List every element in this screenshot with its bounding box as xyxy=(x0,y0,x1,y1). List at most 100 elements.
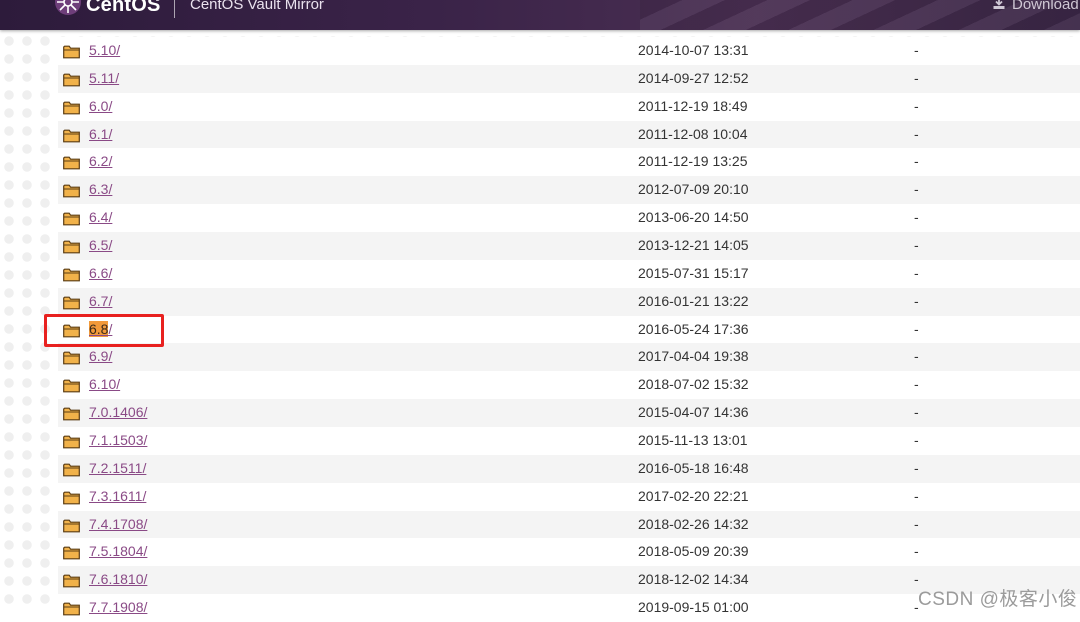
file-size: - xyxy=(914,487,919,504)
watermark: CSDN @极客小俊 xyxy=(918,589,1078,610)
table-row: 6.0/2011-12-19 18:49 - xyxy=(58,92,1080,121)
folder-icon xyxy=(63,129,80,142)
table-row: 6.7/2016-01-21 13:22 - xyxy=(58,287,1080,316)
file-size: - xyxy=(914,348,919,365)
brand-name[interactable]: CentOS xyxy=(86,0,161,17)
file-size: - xyxy=(914,264,919,281)
table-row: 7.1.1503/2015-11-13 13:01 - xyxy=(58,427,1080,455)
table-row: 7.3.1611/2017-02-20 22:21 - xyxy=(58,482,1080,511)
table-row: 7.5.1804/2018-05-09 20:39 - xyxy=(58,538,1080,567)
folder-icon xyxy=(63,73,80,87)
folder-link[interactable]: 6.2/ xyxy=(89,153,112,169)
folder-icon xyxy=(63,296,80,310)
modified-date: 2018-02-26 14:32 xyxy=(638,515,749,532)
folder-link[interactable]: 7.2.1511/ xyxy=(89,460,146,476)
folder-icon xyxy=(63,157,80,170)
folder-link[interactable]: 7.5.1804/ xyxy=(89,543,147,559)
modified-date: 2017-04-04 19:38 xyxy=(638,348,749,365)
table-row: 6.8/2016-05-24 17:36- xyxy=(58,315,1080,344)
file-size: - xyxy=(914,69,919,86)
folder-link[interactable]: 5.10/ xyxy=(89,42,120,58)
modified-date: 2013-06-20 14:50 xyxy=(638,209,749,226)
download-link[interactable]: Download xyxy=(992,0,1079,13)
table-row: 6.9/2017-04-04 19:38 - xyxy=(58,343,1080,372)
file-size: - xyxy=(914,459,919,476)
folder-icon xyxy=(63,352,80,365)
folder-link[interactable]: 7.1.1503/ xyxy=(89,432,147,448)
file-size: - xyxy=(914,292,919,309)
file-size: - xyxy=(914,320,919,337)
table-row: 5.11/2014-09-27 12:52 - xyxy=(58,64,1080,93)
modified-date: 2011-12-19 13:25 xyxy=(638,153,748,170)
folder-icon xyxy=(63,45,80,59)
top-navbar: CentOS CentOS Vault Mirror Download xyxy=(0,0,1080,30)
folder-link[interactable]: 7.3.1611/ xyxy=(89,488,146,504)
download-label: Download xyxy=(1012,0,1079,13)
folder-icon xyxy=(63,574,80,588)
file-size: - xyxy=(914,42,919,58)
file-size: - xyxy=(914,543,919,560)
folder-link[interactable]: 7.6.1810/ xyxy=(89,571,147,587)
table-row: 6.4/2013-06-20 14:50 - xyxy=(58,204,1080,233)
folder-link[interactable]: 7.4.1708/ xyxy=(89,516,147,532)
table-row: 6.5/2013-12-21 14:05 - xyxy=(58,232,1080,260)
folder-link[interactable]: 6.5/ xyxy=(89,237,112,253)
folder-link[interactable]: 6.7/ xyxy=(89,293,112,309)
file-size: - xyxy=(914,376,919,393)
file-size: - xyxy=(914,125,919,142)
modified-date: 2016-05-24 17:36 xyxy=(638,320,749,337)
modified-date: 2017-02-20 22:21 xyxy=(638,487,749,504)
table-row: 7.0.1406/2015-04-07 14:36 - xyxy=(58,399,1080,428)
file-size: - xyxy=(914,515,919,532)
file-size: - xyxy=(914,432,919,449)
file-size: - xyxy=(914,404,919,421)
folder-icon xyxy=(63,184,80,198)
header-divider xyxy=(174,0,175,18)
folder-icon xyxy=(63,407,80,421)
modified-date: 2011-12-08 10:04 xyxy=(638,125,748,142)
folder-icon xyxy=(63,463,80,477)
modified-date: 2013-12-21 14:05 xyxy=(638,237,749,254)
download-icon xyxy=(993,0,1005,9)
modified-date: 2015-04-07 14:36 xyxy=(638,404,749,421)
folder-icon xyxy=(63,212,80,226)
modified-date: 2016-05-18 16:48 xyxy=(638,459,749,476)
highlight-callout-box xyxy=(44,314,164,347)
folder-icon xyxy=(63,519,80,533)
table-row: 5.10/2014-10-07 13:31 - xyxy=(58,37,1080,65)
modified-date: 2018-12-02 14:34 xyxy=(638,571,749,588)
folder-link[interactable]: 7.0.1406/ xyxy=(89,404,147,420)
folder-icon xyxy=(63,547,80,560)
modified-date: 2016-01-21 13:22 xyxy=(638,292,749,309)
folder-link[interactable]: 5.11/ xyxy=(89,70,119,86)
modified-date: 2019-09-15 01:00 xyxy=(638,599,749,616)
modified-date: 2014-09-27 12:52 xyxy=(638,69,749,86)
centos-logo-icon[interactable] xyxy=(54,0,82,16)
folder-icon xyxy=(63,602,80,616)
table-row: 7.2.1511/2016-05-18 16:48 - xyxy=(58,454,1080,483)
folder-icon xyxy=(63,268,80,282)
folder-link[interactable]: 6.4/ xyxy=(89,209,112,225)
folder-link[interactable]: 6.1/ xyxy=(89,126,112,142)
table-row: 6.1/2011-12-08 10:04 - xyxy=(58,120,1080,149)
table-row: 6.10/2018-07-02 15:32 - xyxy=(58,371,1080,400)
modified-date: 2014-10-07 13:31 xyxy=(638,42,749,58)
table-row: 7.4.1708/2018-02-26 14:32 - xyxy=(58,510,1080,539)
folder-link[interactable]: 6.3/ xyxy=(89,181,112,197)
folder-link[interactable]: 6.9/ xyxy=(89,348,112,364)
folder-link[interactable]: 6.0/ xyxy=(89,98,112,114)
folder-icon xyxy=(63,491,80,505)
folder-icon xyxy=(63,435,80,449)
folder-link[interactable]: 6.10/ xyxy=(89,376,120,392)
file-size: - xyxy=(914,237,919,254)
folder-icon xyxy=(63,101,80,115)
file-size: - xyxy=(914,97,919,114)
modified-date: 2018-07-02 15:32 xyxy=(638,376,749,393)
table-row: 6.6/2015-07-31 15:17 - xyxy=(58,259,1080,288)
modified-date: 2011-12-19 18:49 xyxy=(638,97,748,114)
folder-icon xyxy=(63,240,80,254)
directory-listing: 5.10/2014-10-07 13:31-5.11/2014-09-27 12… xyxy=(58,37,1080,622)
folder-link[interactable]: 7.7.1908/ xyxy=(89,599,147,615)
modified-date: 2015-11-13 13:01 xyxy=(638,432,748,449)
folder-link[interactable]: 6.6/ xyxy=(89,265,112,281)
